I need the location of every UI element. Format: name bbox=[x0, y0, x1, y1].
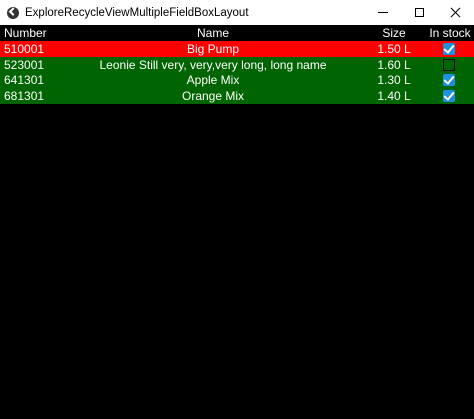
cell-name: Big Pump bbox=[186, 42, 240, 56]
header-size: Size bbox=[382, 26, 406, 40]
app-window: ExploreRecycleViewMultipleFieldBoxLayout… bbox=[0, 0, 474, 419]
window-title: ExploreRecycleViewMultipleFieldBoxLayout bbox=[25, 6, 249, 19]
minimize-icon bbox=[377, 12, 388, 13]
in-stock-checkbox[interactable] bbox=[443, 43, 455, 55]
close-icon bbox=[450, 7, 461, 18]
cell-number: 510001 bbox=[4, 42, 45, 56]
maximize-button[interactable] bbox=[401, 0, 438, 25]
cell-number: 641301 bbox=[4, 73, 45, 87]
in-stock-checkbox[interactable] bbox=[443, 90, 455, 102]
header-name: Name bbox=[196, 26, 229, 40]
header-in-stock: In stock bbox=[429, 26, 471, 40]
cell-name: Apple Mix bbox=[186, 73, 240, 87]
cell-name: Leonie Still very, very,very long, long … bbox=[99, 58, 327, 72]
table-row[interactable]: 681301 Orange Mix 1.40 L bbox=[0, 88, 474, 104]
table-row[interactable]: 510001 Big Pump 1.50 L bbox=[0, 41, 474, 57]
cell-size: 1.40 L bbox=[377, 89, 411, 103]
close-button[interactable] bbox=[437, 0, 474, 25]
table-header: Number Name Size In stock bbox=[0, 25, 474, 41]
cell-number: 681301 bbox=[4, 89, 45, 103]
cell-size: 1.30 L bbox=[377, 73, 411, 87]
title-bar[interactable]: ExploreRecycleViewMultipleFieldBoxLayout bbox=[0, 0, 474, 25]
cell-number: 523001 bbox=[4, 58, 45, 72]
cell-name: Orange Mix bbox=[181, 89, 245, 103]
in-stock-checkbox[interactable] bbox=[443, 59, 455, 71]
cell-size: 1.50 L bbox=[377, 42, 411, 56]
header-number: Number bbox=[4, 26, 47, 40]
table-row[interactable]: 523001 Leonie Still very, very,very long… bbox=[0, 57, 474, 73]
cell-size: 1.60 L bbox=[377, 58, 411, 72]
table-row[interactable]: 641301 Apple Mix 1.30 L bbox=[0, 72, 474, 88]
minimize-button[interactable] bbox=[364, 0, 401, 25]
in-stock-checkbox[interactable] bbox=[443, 74, 455, 86]
maximize-icon bbox=[415, 8, 424, 17]
kivy-app-icon bbox=[7, 6, 19, 19]
